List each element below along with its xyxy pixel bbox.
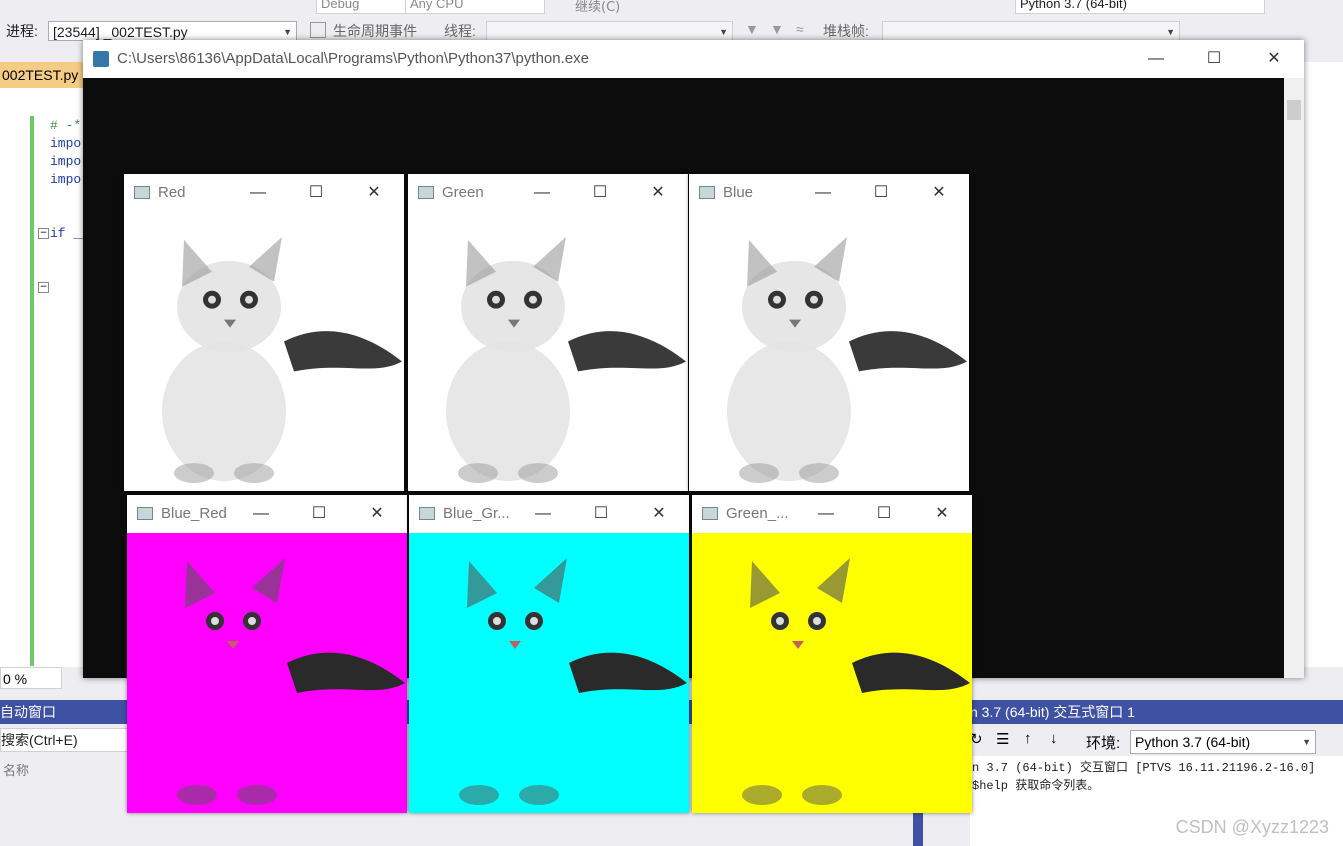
image-window-green-red[interactable]: Green_... — ☐ ✕: [692, 495, 972, 813]
autos-title: 自动窗口: [0, 704, 56, 720]
image-window-green[interactable]: Green — ☐ ✕: [408, 174, 688, 491]
vs-toolbar-top: Debug Any CPU 继续(C) Python 3.7 (64-bit): [0, 0, 1343, 14]
kitten-image: [692, 533, 972, 813]
close-button[interactable]: ✕: [357, 495, 397, 533]
image-window-red[interactable]: Red — ☐ ✕: [124, 174, 404, 491]
window-title: Blue_Red: [161, 505, 227, 522]
lifecycle-events-button[interactable]: 生命周期事件: [333, 21, 417, 41]
thread-label: 线程:: [444, 23, 476, 39]
config-combo[interactable]: Debug: [316, 0, 410, 14]
maximize-button[interactable]: ☐: [296, 174, 336, 212]
window-titlebar[interactable]: Blue — ☐ ✕: [689, 174, 969, 212]
env-label: 环境:: [1086, 735, 1121, 752]
stackframe-combo[interactable]: ▼: [882, 21, 1180, 41]
filter-icon[interactable]: ▼: [770, 21, 784, 37]
maximize-button[interactable]: ☐: [299, 495, 339, 533]
minimize-button[interactable]: —: [806, 495, 846, 533]
continue-button[interactable]: 继续(C): [575, 0, 620, 14]
interactive-toolbar: ↻ ☰ ↑ ↓ 环境: Python 3.7 (64-bit) ▼: [960, 726, 1343, 756]
maximize-button[interactable]: ☐: [581, 495, 621, 533]
chevron-down-icon: ▼: [1302, 737, 1311, 747]
python-icon: [93, 51, 109, 67]
chevron-down-icon: ▼: [1166, 27, 1175, 37]
console-title: C:\Users\86136\AppData\Local\Programs\Py…: [117, 50, 589, 67]
window-titlebar[interactable]: Blue_Red — ☐ ✕: [127, 495, 407, 533]
close-button[interactable]: ✕: [922, 495, 962, 533]
window-icon: [702, 507, 718, 520]
minimize-button[interactable]: —: [238, 174, 278, 212]
chevron-down-icon: ▼: [719, 27, 728, 37]
env-combo[interactable]: Python 3.7 (64-bit): [1015, 0, 1265, 14]
close-button[interactable]: ✕: [638, 174, 678, 212]
window-icon: [699, 186, 715, 199]
close-button[interactable]: ✕: [1254, 40, 1294, 78]
document-tab[interactable]: 002TEST.py: [0, 62, 86, 88]
window-titlebar[interactable]: Green — ☐ ✕: [408, 174, 688, 212]
kitten-image: [124, 212, 404, 491]
output-line: n 3.7 (64-bit) 交互窗口 [PTVS 16.11.21196.2-…: [972, 761, 1316, 775]
window-icon: [137, 507, 153, 520]
window-title: Green: [442, 184, 484, 201]
minimize-button[interactable]: —: [1136, 40, 1176, 78]
window-icon: [418, 186, 434, 199]
kitten-image: [408, 212, 688, 491]
minimize-button[interactable]: —: [522, 174, 562, 212]
window-icon: [134, 186, 150, 199]
close-button[interactable]: ✕: [919, 174, 959, 212]
scroll-thumb[interactable]: [1287, 100, 1301, 120]
down-arrow-icon[interactable]: ↓: [1050, 730, 1058, 747]
flag-icon[interactable]: ▼: [745, 21, 759, 37]
process-label: 进程:: [6, 23, 38, 39]
close-button[interactable]: ✕: [354, 174, 394, 212]
maximize-button[interactable]: ☐: [580, 174, 620, 212]
close-button[interactable]: ✕: [639, 495, 679, 533]
window-title: Green_...: [726, 505, 789, 522]
maximize-button[interactable]: ☐: [864, 495, 904, 533]
env-select[interactable]: Python 3.7 (64-bit) ▼: [1130, 730, 1316, 754]
clear-icon[interactable]: ☰: [996, 730, 1009, 748]
kitten-image: [689, 212, 969, 491]
console-titlebar[interactable]: C:\Users\86136\AppData\Local\Programs\Py…: [83, 40, 1304, 78]
image-window-blue-red[interactable]: Blue_Red — ☐ ✕: [127, 495, 407, 813]
console-scrollbar[interactable]: [1284, 78, 1304, 678]
window-titlebar[interactable]: Blue_Gr... — ☐ ✕: [409, 495, 689, 533]
collapse-icon[interactable]: −: [38, 282, 49, 293]
maximize-button[interactable]: ☐: [1194, 40, 1234, 78]
window-title: Red: [158, 184, 186, 201]
zoom-combo[interactable]: 0 %: [0, 667, 62, 689]
name-column-header[interactable]: 名称: [0, 760, 131, 780]
minimize-button[interactable]: —: [523, 495, 563, 533]
collapse-icon[interactable]: −: [38, 228, 49, 239]
window-icon: [419, 507, 435, 520]
stackframe-label: 堆栈帧:: [823, 23, 869, 39]
lifecycle-icon: [310, 22, 326, 38]
change-gutter: [30, 116, 34, 666]
window-titlebar[interactable]: Green_... — ☐ ✕: [692, 495, 972, 533]
window-title: Blue_Gr...: [443, 505, 510, 522]
autos-search-input[interactable]: 搜索(Ctrl+E): [0, 728, 128, 752]
kitten-image: [127, 533, 407, 813]
watermark: CSDN @Xyzz1223: [1175, 817, 1329, 837]
env-value: Python 3.7 (64-bit): [1135, 734, 1251, 750]
panel-strip: [913, 812, 923, 846]
thread-combo[interactable]: ▼: [486, 21, 733, 41]
maximize-button[interactable]: ☐: [861, 174, 901, 212]
up-arrow-icon[interactable]: ↑: [1024, 730, 1032, 747]
minimize-button[interactable]: —: [241, 495, 281, 533]
chevron-down-icon: ▼: [283, 27, 292, 37]
platform-combo[interactable]: Any CPU: [405, 0, 545, 14]
kitten-image: [409, 533, 689, 813]
process-combo[interactable]: [23544] _002TEST.py ▼: [48, 21, 297, 41]
window-titlebar[interactable]: Red — ☐ ✕: [124, 174, 404, 212]
image-window-blue-green[interactable]: Blue_Gr... — ☐ ✕: [409, 495, 689, 813]
threads-icon[interactable]: ≈: [796, 21, 804, 37]
output-line: $help 获取命令列表。: [972, 779, 1100, 793]
image-window-blue[interactable]: Blue — ☐ ✕: [689, 174, 969, 491]
minimize-button[interactable]: —: [803, 174, 843, 212]
process-value: [23544] _002TEST.py: [53, 24, 188, 40]
window-title: Blue: [723, 184, 754, 201]
interactive-title: n 3.7 (64-bit) 交互式窗口 1: [970, 704, 1135, 720]
